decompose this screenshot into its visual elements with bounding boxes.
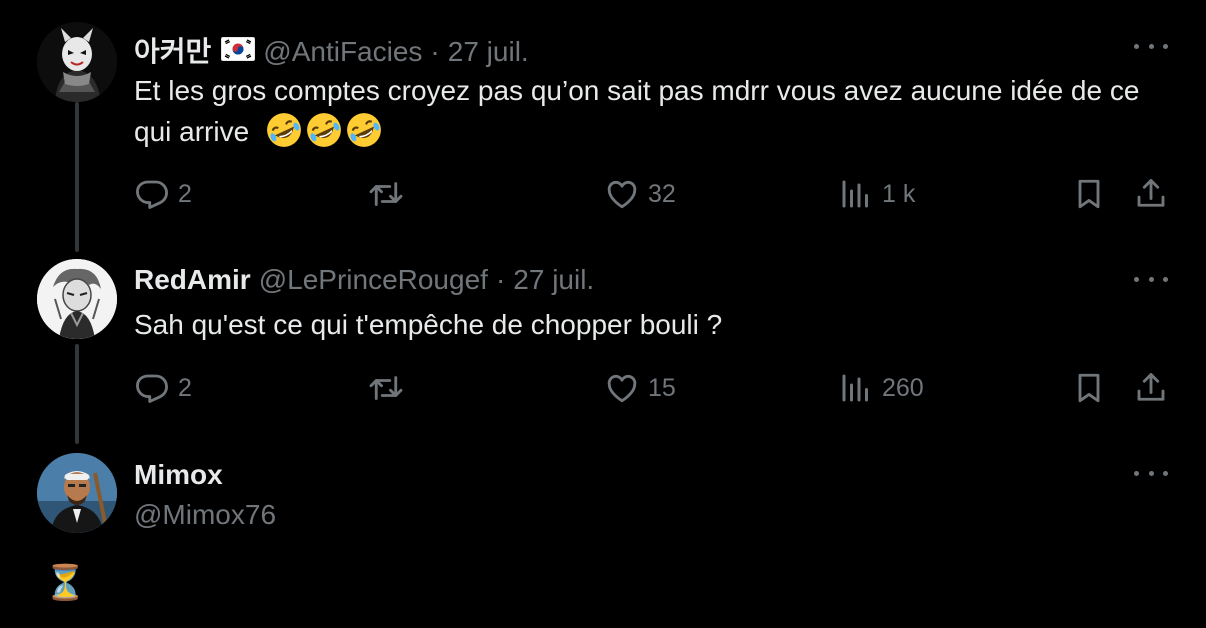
share-icon [1137,373,1165,401]
bookmark-button[interactable] [1071,176,1107,212]
rofl-emoji-icon [267,113,301,147]
reply-count: 2 [178,373,192,402]
tweet-item[interactable]: 아커만 @AntiFacies · 27 juil. Et les gros c… [0,0,1206,240]
laughing-emoji-group [265,113,385,147]
heart-icon [607,180,637,209]
analytics-icon [842,374,868,402]
south-korea-flag-icon [221,37,256,61]
bookmark-button[interactable] [1071,370,1107,406]
tweet-text: Et les gros comptes croyez pas qu’on sai… [134,70,1164,152]
display-name[interactable]: Mimox [134,459,223,491]
views-button[interactable]: 1 k [838,176,915,212]
avatar[interactable] [37,453,117,533]
tweet-text: Sah qu'est ce qui t'empêche de chopper b… [134,309,723,340]
tweet-text: ⏳ [44,563,86,603]
view-count: 1 k [882,179,916,208]
like-button[interactable]: 32 [604,176,676,212]
tweet-date[interactable]: 27 juil. [448,36,529,68]
reply-icon [136,374,168,403]
views-button[interactable]: 260 [838,370,924,406]
share-button[interactable] [1133,176,1169,212]
tweet-item[interactable]: RedAmir @LePrinceRougef · 27 juil. Sah q… [0,240,1206,435]
tweet-date[interactable]: 27 juil. [513,264,594,296]
more-options-icon[interactable] [1134,274,1168,284]
avatar[interactable] [37,22,117,102]
reply-button[interactable]: 2 [134,370,192,406]
tweet-item[interactable]: Mimox @Mimox76 ⏳ [0,435,1206,628]
view-count: 260 [882,373,924,402]
separator-dot: · [430,36,440,67]
display-name[interactable]: RedAmir [134,264,251,296]
like-button[interactable]: 15 [604,370,676,406]
rofl-emoji-icon [307,113,341,147]
display-name[interactable]: 아커만 [134,30,211,70]
bookmark-icon [1078,373,1100,403]
reply-icon [136,180,168,209]
hourglass-emoji: ⏳ [44,564,87,602]
tweet-header: 아커만 @AntiFacies · 27 juil. [134,30,529,70]
tweet-actions: 2 15 260 [0,368,1206,408]
like-count: 15 [648,373,676,402]
retweet-icon [369,182,403,206]
like-count: 32 [648,179,676,208]
heart-icon [607,374,637,403]
retweet-button[interactable] [368,370,404,406]
avatar[interactable] [37,259,117,339]
retweet-icon [369,376,403,400]
bookmark-icon [1078,179,1100,209]
tweet-handle-row: @Mimox76 [134,499,276,531]
tweet-header: RedAmir @LePrinceRougef · 27 juil. [134,264,594,296]
user-handle[interactable]: @Mimox76 [134,499,276,531]
rofl-emoji-icon [347,113,381,147]
reply-count: 2 [178,179,192,208]
reply-button[interactable]: 2 [134,176,192,212]
more-options-icon[interactable] [1134,41,1168,51]
tweet-actions: 2 32 1 k [0,174,1206,214]
share-icon [1137,179,1165,207]
user-handle[interactable]: @LePrinceRougef [259,264,488,296]
tweet-header: Mimox [134,459,223,491]
share-button[interactable] [1133,370,1169,406]
analytics-icon [842,180,868,208]
more-options-icon[interactable] [1134,468,1168,478]
user-handle[interactable]: @AntiFacies [263,36,422,68]
retweet-button[interactable] [368,176,404,212]
separator-dot: · [495,264,506,295]
